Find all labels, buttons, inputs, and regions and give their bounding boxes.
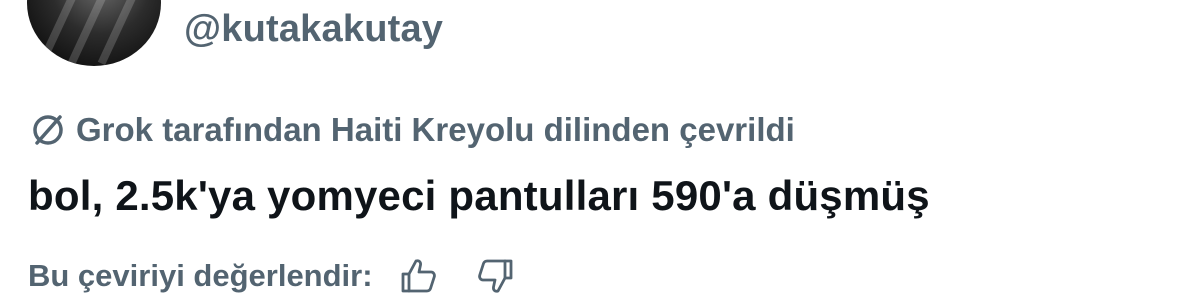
thumbs-up-icon bbox=[401, 259, 436, 293]
translation-notice: Grok tarafından Haiti Kreyolu dilinden ç… bbox=[28, 108, 795, 152]
tweet-text: bol, 2.5k'ya yomyeci pantulları 590'a dü… bbox=[28, 172, 930, 219]
thumbs-down-icon bbox=[477, 259, 512, 293]
translate-slash-icon bbox=[33, 115, 63, 145]
user-handle[interactable]: @kutakakutay bbox=[184, 8, 443, 51]
thumbs-up-button[interactable] bbox=[395, 253, 441, 299]
rating-label: Bu çeviriyi değerlendir: bbox=[28, 258, 373, 293]
avatar-texture bbox=[97, 0, 161, 66]
translation-label: Grok tarafından Haiti Kreyolu dilinden ç… bbox=[76, 111, 795, 148]
thumbs-down-button[interactable] bbox=[473, 253, 519, 299]
avatar[interactable] bbox=[27, 0, 161, 66]
translation-rating: Bu çeviriyi değerlendir: bbox=[28, 254, 519, 298]
